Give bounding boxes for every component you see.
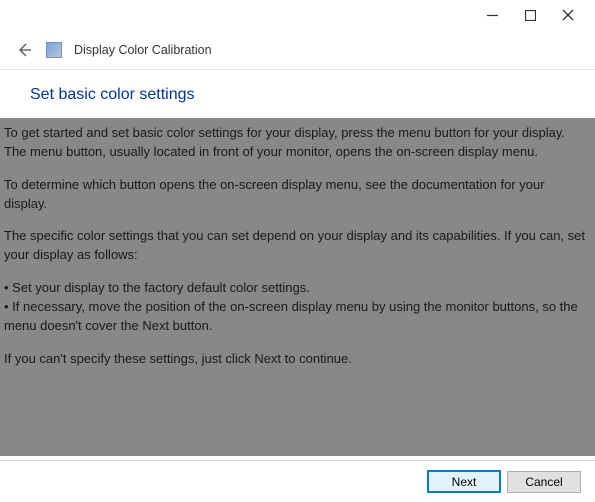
- page-heading: Set basic color settings: [0, 70, 595, 118]
- wizard-header: Display Color Calibration: [0, 30, 595, 70]
- cancel-button[interactable]: Cancel: [507, 471, 581, 493]
- paragraph: The specific color settings that you can…: [4, 227, 589, 265]
- maximize-button[interactable]: [511, 4, 549, 26]
- bullet-item: • Set your display to the factory defaul…: [4, 279, 589, 298]
- paragraph: If you can't specify these settings, jus…: [4, 350, 589, 369]
- titlebar: [0, 0, 595, 30]
- back-button[interactable]: [14, 40, 34, 60]
- next-button[interactable]: Next: [427, 470, 501, 493]
- app-title: Display Color Calibration: [74, 43, 212, 57]
- bullet-item: • If necessary, move the position of the…: [4, 298, 589, 336]
- paragraph: To determine which button opens the on-s…: [4, 176, 589, 214]
- paragraph: To get started and set basic color setti…: [4, 124, 589, 162]
- minimize-button[interactable]: [473, 4, 511, 26]
- wizard-footer: Next Cancel: [0, 460, 595, 502]
- app-icon: [46, 42, 62, 58]
- close-button[interactable]: [549, 4, 587, 26]
- content-body: To get started and set basic color setti…: [0, 118, 595, 456]
